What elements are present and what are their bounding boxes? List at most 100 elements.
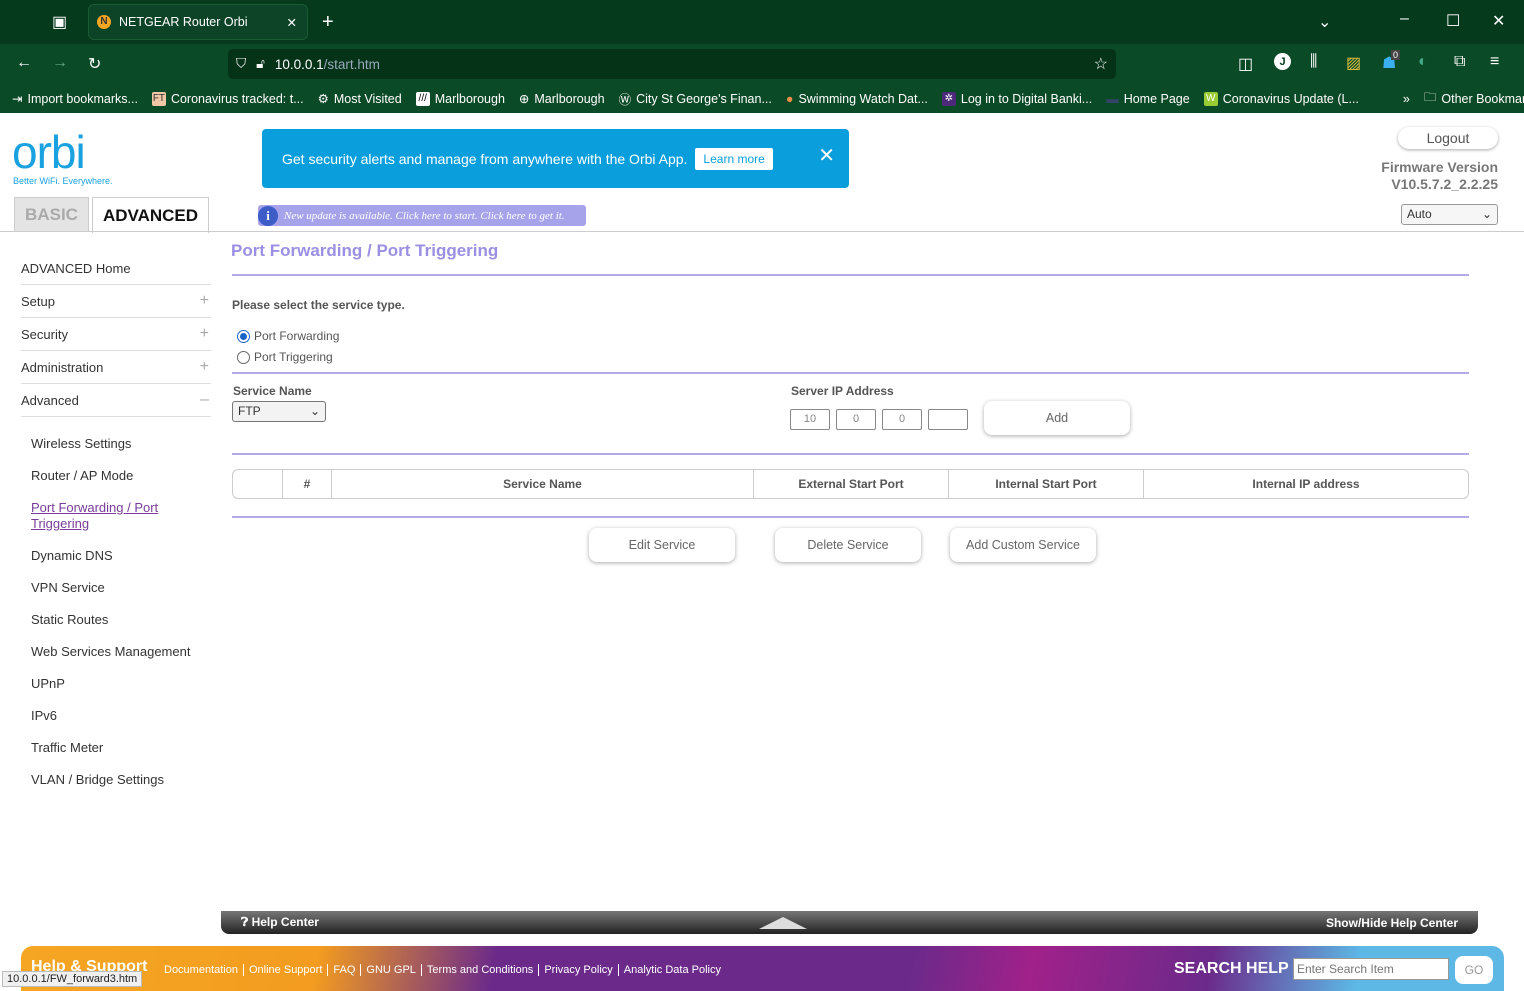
ip-octet-2[interactable]: 0	[836, 409, 876, 430]
footer-link-online-support[interactable]: Online Support	[244, 964, 329, 976]
ip-octet-4[interactable]	[928, 409, 968, 430]
sidebar-sub-static-routes[interactable]: Static Routes	[31, 612, 108, 627]
sidebar-item-security[interactable]: Security +	[21, 318, 211, 351]
list-tabs-chevron-icon[interactable]: ⌄	[1318, 12, 1331, 32]
forward-icon[interactable]: →	[52, 54, 68, 72]
chevron-down-icon: ⌄	[309, 404, 320, 418]
extension-icon[interactable]: ⫼	[1310, 53, 1317, 71]
radio-unselected[interactable]	[237, 351, 250, 365]
bookmark[interactable]: ▬ Home Page	[1106, 92, 1190, 106]
sidebar-item-advanced[interactable]: Advanced –	[21, 384, 211, 417]
divider	[0, 231, 1524, 232]
footer-link-privacy[interactable]: Privacy Policy	[539, 964, 619, 976]
sidebar-sub-vpn[interactable]: VPN Service	[31, 580, 105, 595]
footer-link-documentation[interactable]: Documentation	[159, 964, 244, 976]
bookmark[interactable]: ⇥ Import bookmarks...	[12, 91, 138, 107]
other-bookmarks[interactable]: 🗀︎Other Bookmarks	[1424, 88, 1524, 109]
service-name-select[interactable]: FTP ⌄	[232, 401, 326, 422]
close-tab-icon[interactable]: ✕	[287, 15, 297, 30]
bookmark[interactable]: ● Swimming Watch Dat...	[786, 92, 928, 106]
bookmark[interactable]: ✲ Log in to Digital Banki...	[941, 91, 1092, 106]
footer-link-faq[interactable]: FAQ	[328, 964, 362, 976]
pocket-icon[interactable]: ◫	[1238, 54, 1253, 74]
search-help-input[interactable]	[1293, 958, 1449, 980]
help-center-bar[interactable]: ❓︎ Help Center Show/Hide Help Center	[221, 911, 1478, 934]
sidebar-sub-ipv6[interactable]: IPv6	[31, 708, 57, 723]
tab-manager-icon[interactable]: ▣	[52, 12, 67, 32]
radio-selected[interactable]	[237, 330, 250, 344]
sidebar-item-advanced-home[interactable]: ADVANCED Home	[21, 252, 211, 285]
edit-service-button[interactable]: Edit Service	[589, 528, 735, 562]
language-select[interactable]: Auto ⌄	[1401, 204, 1498, 225]
account-icon[interactable]: J	[1274, 53, 1291, 70]
reload-icon[interactable]: ↻	[88, 54, 101, 74]
orbi-logo: orbi	[12, 126, 86, 178]
new-tab-icon[interactable]: +	[322, 11, 334, 34]
divider	[232, 453, 1469, 455]
sidebar-sub-vlan[interactable]: VLAN / Bridge Settings	[31, 772, 164, 787]
column-header-select	[233, 470, 283, 498]
bookmark[interactable]: ⊕ Marlborough	[519, 91, 605, 107]
url-path: /start.htm	[323, 56, 380, 72]
footer-link-terms[interactable]: Terms and Conditions	[422, 964, 540, 976]
sidebar-sub-port-forwarding[interactable]: Port Forwarding / Port Triggering	[31, 500, 191, 532]
divider	[232, 516, 1469, 518]
sidebar-item-setup[interactable]: Setup +	[21, 285, 211, 318]
add-custom-service-button[interactable]: Add Custom Service	[950, 528, 1096, 562]
sidebar: ADVANCED Home Setup + Security + Administr…	[21, 252, 211, 417]
ip-octet-3[interactable]: 0	[882, 409, 922, 430]
bookmark[interactable]: FT Coronavirus tracked: t...	[151, 91, 304, 106]
extensions-puzzle-icon[interactable]: ⧉	[1454, 53, 1465, 71]
sidebar-sub-web-services[interactable]: Web Services Management	[31, 644, 190, 659]
browser-tab[interactable]: N NETGEAR Router Orbi ✕	[88, 4, 308, 40]
tab-basic[interactable]: BASIC	[14, 197, 89, 232]
browser-tab-bar: ▣ N NETGEAR Router Orbi ✕ + ⌄ – ☐ ✕	[0, 0, 1524, 44]
sidebar-sub-wireless[interactable]: Wireless Settings	[31, 436, 131, 451]
help-center-toggle[interactable]: ❓︎ Help Center	[241, 915, 319, 930]
column-header-number: #	[283, 470, 332, 498]
logo-tagline: Better WiFi. Everywhere.	[13, 176, 113, 186]
maximize-icon[interactable]: ☐	[1446, 11, 1460, 31]
radio-port-triggering[interactable]: Port Triggering	[237, 350, 333, 365]
bookmark[interactable]: Ⓦ City St George's Finan...	[619, 89, 772, 108]
sidebar-sub-dynamic-dns[interactable]: Dynamic DNS	[31, 548, 113, 563]
tab-advanced[interactable]: ADVANCED	[92, 197, 209, 233]
bookmark[interactable]: ///Marlborough	[415, 91, 505, 106]
close-window-icon[interactable]: ✕	[1492, 11, 1505, 31]
update-notice[interactable]: i New update is available. Click here to …	[258, 205, 586, 226]
menu-icon[interactable]: ≡	[1490, 53, 1499, 71]
sidebar-sub-traffic-meter[interactable]: Traffic Meter	[31, 740, 103, 755]
back-icon[interactable]: ←	[16, 54, 32, 72]
bookmark[interactable]: ⚙ Most Visited	[318, 91, 402, 107]
more-bookmarks-icon[interactable]: »	[1403, 92, 1410, 106]
radio-port-forwarding[interactable]: Port Forwarding	[237, 329, 339, 344]
expand-triangle-icon[interactable]	[758, 916, 807, 929]
sidebar-item-administration[interactable]: Administration +	[21, 351, 211, 384]
pin-icon: ●	[785, 91, 794, 106]
url-bar[interactable]: ⛉ 🔓︎ 10.0.0.1/start.htm ☆	[228, 49, 1116, 79]
extension-icon[interactable]: ▨	[1346, 53, 1361, 73]
extension-icon[interactable]: ◐	[1418, 53, 1428, 71]
sidebar-sub-router-ap-mode[interactable]: Router / AP Mode	[31, 468, 133, 483]
page-title: Port Forwarding / Port Triggering	[231, 241, 499, 260]
show-hide-help-center[interactable]: Show/Hide Help Center	[1326, 916, 1458, 930]
sidebar-sub-upnp[interactable]: UPnP	[31, 676, 65, 691]
shield-icon[interactable]: ⛉	[236, 56, 246, 72]
add-button[interactable]: Add	[984, 401, 1130, 435]
ip-octet-1[interactable]: 10	[790, 409, 830, 430]
delete-service-button[interactable]: Delete Service	[775, 528, 921, 562]
bookmark-star-icon[interactable]: ☆	[1094, 54, 1108, 74]
expand-icon: +	[199, 325, 209, 342]
firmware-info: Firmware Version V10.5.7.2_2.2.25	[1381, 159, 1498, 192]
close-banner-icon[interactable]: ✕	[818, 143, 835, 168]
footer-link-analytic[interactable]: Analytic Data Policy	[619, 964, 726, 976]
footer-link-gnu-gpl[interactable]: GNU GPL	[361, 964, 422, 976]
search-go-button[interactable]: GO	[1455, 956, 1493, 984]
minimize-icon[interactable]: –	[1400, 10, 1409, 28]
logout-button[interactable]: Logout	[1398, 127, 1498, 149]
banner-text: Get security alerts and manage from anyw…	[282, 150, 688, 167]
insecure-lock-icon[interactable]: 🔓︎	[256, 56, 265, 72]
wordpress-icon: Ⓦ	[618, 93, 632, 107]
learn-more-button[interactable]: Learn more	[695, 147, 773, 170]
bookmark[interactable]: W Coronavirus Update (L...	[1203, 91, 1359, 106]
